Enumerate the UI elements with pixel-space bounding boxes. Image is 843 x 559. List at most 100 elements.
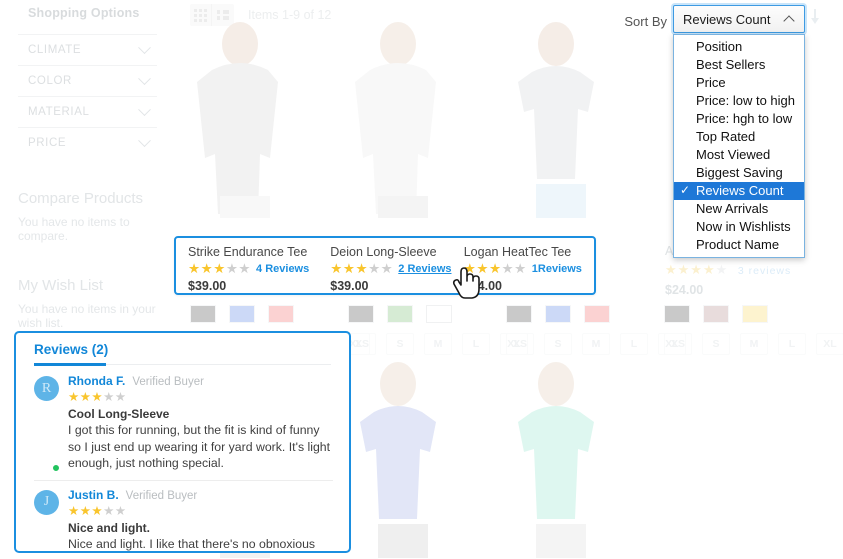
swatch-blue[interactable] bbox=[545, 305, 571, 323]
color-swatches[interactable] bbox=[506, 305, 686, 323]
review-item: J Justin B. Verified Buyer ★★★★★ Nice an… bbox=[16, 481, 349, 552]
reviewer-name[interactable]: Rhonda F. bbox=[68, 374, 125, 388]
product-name: Logan HeatTec Tee bbox=[463, 245, 572, 259]
product-reviews-link[interactable]: 4 Reviews bbox=[256, 263, 309, 275]
size-s[interactable]: S bbox=[544, 333, 572, 355]
size-options[interactable]: XS S M L XL bbox=[348, 333, 528, 355]
size-m[interactable]: M bbox=[740, 333, 768, 355]
size-xs[interactable]: XS bbox=[348, 333, 376, 355]
size-options[interactable]: XS S M L XL bbox=[506, 333, 686, 355]
product-price: $39.00 bbox=[188, 279, 227, 293]
sort-option-most-viewed[interactable]: Most Viewed bbox=[674, 146, 804, 164]
product-price: $39.00 bbox=[330, 279, 369, 293]
sort-option-product-name[interactable]: Product Name bbox=[674, 236, 804, 254]
filter-price[interactable]: PRICE bbox=[18, 127, 157, 158]
reviews-tab[interactable]: Reviews (2) bbox=[16, 333, 349, 366]
compare-products-text: You have no items to compare. bbox=[18, 215, 130, 243]
swatch-yellow[interactable] bbox=[742, 305, 768, 323]
product-photo[interactable] bbox=[496, 358, 626, 558]
review-text: Nice and light. I like that there's no o… bbox=[68, 536, 316, 551]
sort-by-dropdown[interactable]: Reviews Count Position Best Sellers Pric… bbox=[673, 5, 805, 258]
review-text: I got this for running, but the fit is k… bbox=[68, 423, 331, 470]
sort-option-position[interactable]: Position bbox=[674, 38, 804, 56]
chevron-down-icon bbox=[138, 71, 151, 85]
review-title: Cool Long-Sleeve bbox=[68, 407, 170, 421]
sidebar: Shopping Options CLIMATE COLOR MATERIAL … bbox=[0, 0, 175, 380]
avatar: R bbox=[34, 376, 60, 472]
size-l[interactable]: L bbox=[620, 333, 648, 355]
product-rating: ★★★★★ 4 Reviews bbox=[188, 261, 318, 276]
sort-option-new-arrivals[interactable]: New Arrivals bbox=[674, 200, 804, 218]
product-reviews-link[interactable]: 1Reviews bbox=[532, 263, 582, 275]
size-m[interactable]: M bbox=[582, 333, 610, 355]
sort-option-price-low-to-high[interactable]: Price: low to high bbox=[674, 92, 804, 110]
faded-product-reviews-label[interactable]: 3 reviews bbox=[738, 265, 791, 277]
avatar-initial: J bbox=[34, 489, 59, 515]
color-swatches[interactable] bbox=[348, 305, 528, 323]
swatch-blue[interactable] bbox=[229, 305, 255, 323]
color-swatches[interactable] bbox=[664, 305, 843, 323]
sort-option-biggest-saving[interactable]: Biggest Saving bbox=[674, 164, 804, 182]
product-card-deion-long-sleeve[interactable]: Deion Long-Sleeve ★★★★★ 2 Reviews $39.00 bbox=[318, 238, 451, 293]
filter-material[interactable]: MATERIAL bbox=[18, 96, 157, 127]
size-xs[interactable]: XS bbox=[664, 333, 692, 355]
sort-by-selected-value: Reviews Count bbox=[683, 11, 771, 27]
faded-product-stars: ★★★★★ 3 reviews bbox=[665, 262, 792, 277]
swatch-pink[interactable] bbox=[584, 305, 610, 323]
size-xs[interactable]: XS bbox=[506, 333, 534, 355]
pointer-hand-cursor-icon bbox=[452, 266, 482, 305]
sort-option-price-high-to-low[interactable]: Price: hgh to low bbox=[674, 110, 804, 128]
review-body: Justin B. Verified Buyer ★★★★★ Nice and … bbox=[68, 488, 333, 552]
scrollbar-down-arrow-icon[interactable] bbox=[809, 8, 821, 26]
filter-climate[interactable]: CLIMATE bbox=[18, 34, 157, 65]
reviews-panel: Reviews (2) R Rhonda F. Verified Buyer ★… bbox=[14, 331, 351, 553]
size-m[interactable]: M bbox=[424, 333, 452, 355]
filter-color[interactable]: COLOR bbox=[18, 65, 157, 96]
product-rating: ★★★★★ 2 Reviews bbox=[330, 262, 451, 276]
color-swatches[interactable] bbox=[190, 305, 370, 323]
sort-by-option-list[interactable]: Position Best Sellers Price Price: low t… bbox=[673, 34, 805, 258]
product-card-strike-endurance-tee[interactable]: Strike Endurance Tee ★★★★★ 4 Reviews $39… bbox=[176, 238, 318, 293]
sort-option-now-in-wishlists[interactable]: Now in Wishlists bbox=[674, 218, 804, 236]
size-l[interactable]: L bbox=[778, 333, 806, 355]
review-header: Rhonda F. Verified Buyer bbox=[68, 374, 333, 388]
filter-price-label: PRICE bbox=[28, 137, 67, 149]
product-photo[interactable] bbox=[496, 18, 626, 218]
swatch-white[interactable] bbox=[426, 305, 452, 323]
faded-product-price: $24.00 bbox=[665, 283, 704, 297]
size-s[interactable]: S bbox=[386, 333, 414, 355]
swatch-pink[interactable] bbox=[268, 305, 294, 323]
product-price: $24.00 bbox=[463, 279, 502, 293]
swatch-gray[interactable] bbox=[506, 305, 532, 323]
sort-option-price[interactable]: Price bbox=[674, 74, 804, 92]
verified-buyer-label: Verified Buyer bbox=[125, 489, 198, 502]
swatch-gray[interactable] bbox=[348, 305, 374, 323]
size-xl[interactable]: XL bbox=[816, 333, 843, 355]
size-l[interactable]: L bbox=[462, 333, 490, 355]
sort-option-best-sellers[interactable]: Best Sellers bbox=[674, 56, 804, 74]
swatch-mauve[interactable] bbox=[703, 305, 729, 323]
avatar: J bbox=[34, 489, 59, 552]
review-star-rating-icon: ★★★★★ bbox=[68, 390, 127, 404]
review-star-rating-icon: ★★★★★ bbox=[68, 503, 127, 518]
reviewer-name[interactable]: Justin B. bbox=[68, 488, 119, 502]
star-rating-icon: ★★★★★ bbox=[188, 261, 252, 276]
swatch-gray[interactable] bbox=[190, 305, 216, 323]
sort-option-reviews-count[interactable]: Reviews Count bbox=[674, 182, 804, 200]
product-card-strip: Strike Endurance Tee ★★★★★ 4 Reviews $39… bbox=[174, 236, 596, 295]
product-grid-row-1 bbox=[180, 18, 626, 218]
filter-color-label: COLOR bbox=[28, 75, 72, 87]
swatch-block-2: XS S M L XL bbox=[348, 305, 528, 355]
review-body: Rhonda F. Verified Buyer ★★★★★ Cool Long… bbox=[68, 374, 333, 472]
product-photo[interactable] bbox=[338, 18, 468, 218]
swatch-green[interactable] bbox=[387, 305, 413, 323]
product-photo[interactable] bbox=[338, 358, 468, 558]
swatch-gray[interactable] bbox=[664, 305, 690, 323]
product-reviews-link[interactable]: 2 Reviews bbox=[398, 263, 451, 275]
sort-by-select[interactable]: Reviews Count bbox=[673, 5, 805, 33]
sort-option-top-rated[interactable]: Top Rated bbox=[674, 128, 804, 146]
size-options[interactable]: XS S M L XL bbox=[664, 333, 843, 355]
reviews-tab-label: Reviews (2) bbox=[34, 342, 109, 357]
size-s[interactable]: S bbox=[702, 333, 730, 355]
product-photo[interactable] bbox=[180, 18, 310, 218]
